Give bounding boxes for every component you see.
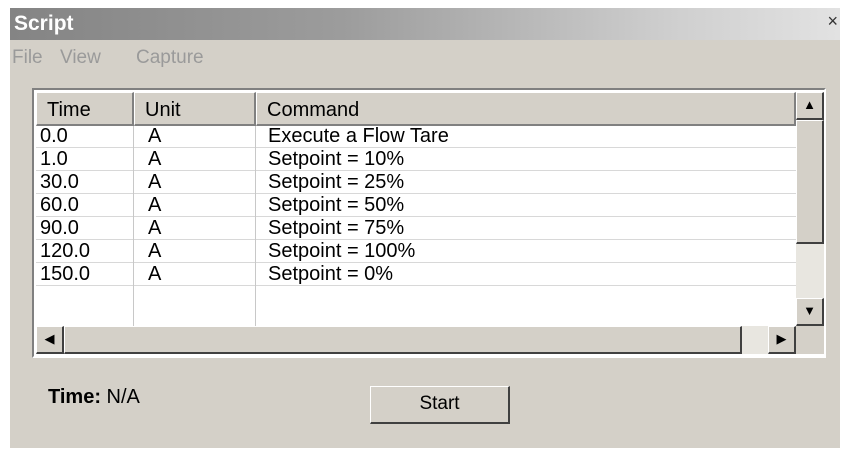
column-header-time[interactable]: Time	[36, 92, 134, 126]
cell-unit: A	[148, 194, 162, 216]
time-value: N/A	[106, 386, 140, 408]
cell-unit: A	[148, 263, 162, 285]
cell-time: 60.0	[40, 194, 79, 216]
title-bar[interactable]: Script ×	[10, 8, 840, 40]
cell-time: 90.0	[40, 217, 79, 239]
cell-command: Execute a Flow Tare	[268, 126, 449, 147]
time-status: Time: N/A	[48, 386, 140, 409]
time-label: Time:	[48, 386, 101, 408]
cell-unit: A	[148, 126, 162, 147]
cell-time: 150.0	[40, 263, 91, 285]
cell-unit: A	[148, 171, 162, 193]
horizontal-scroll-thumb[interactable]	[64, 326, 742, 354]
table-row[interactable]: 90.0 A Setpoint = 75%	[36, 218, 796, 240]
scroll-right-icon[interactable]: ▶	[768, 326, 796, 354]
cell-command: Setpoint = 75%	[268, 217, 405, 239]
cell-unit: A	[148, 148, 162, 170]
cell-time: 1.0	[40, 148, 68, 170]
script-table: Time Unit Command 0.0 A Execute a Flow T…	[32, 88, 826, 358]
menu-file[interactable]: File	[12, 47, 43, 69]
table-body: 0.0 A Execute a Flow Tare 1.0 A Setpoint…	[36, 126, 796, 326]
table-row[interactable]: 1.0 A Setpoint = 10%	[36, 149, 796, 171]
column-header-unit[interactable]: Unit	[134, 92, 256, 126]
cell-unit: A	[148, 240, 162, 262]
cell-command: Setpoint = 25%	[268, 171, 405, 193]
column-header-command[interactable]: Command	[256, 92, 796, 126]
menu-bar: File View Capture	[10, 44, 840, 72]
table-row[interactable]: 150.0 A Setpoint = 0%	[36, 264, 796, 286]
cell-time: 0.0	[40, 126, 68, 147]
scroll-left-icon[interactable]: ◀	[36, 326, 64, 354]
vertical-scroll-thumb[interactable]	[796, 120, 824, 244]
horizontal-scrollbar[interactable]: ◀ ▶	[36, 326, 796, 354]
cell-command: Setpoint = 50%	[268, 194, 405, 216]
script-window: Script × File View Capture Time Unit Com…	[10, 8, 840, 448]
table-row[interactable]: 60.0 A Setpoint = 50%	[36, 195, 796, 217]
table-row[interactable]: 30.0 A Setpoint = 25%	[36, 172, 796, 194]
cell-time: 30.0	[40, 171, 79, 193]
window-title: Script	[14, 12, 74, 35]
scroll-down-icon[interactable]: ▼	[796, 298, 824, 326]
column-divider	[133, 126, 134, 326]
column-divider	[255, 126, 256, 326]
start-button[interactable]: Start	[370, 386, 510, 424]
cell-unit: A	[148, 217, 162, 239]
cell-command: Setpoint = 10%	[268, 148, 405, 170]
table-row[interactable]: 0.0 A Execute a Flow Tare	[36, 126, 796, 148]
vertical-scrollbar[interactable]: ▲ ▼	[796, 92, 824, 326]
scrollbar-corner	[796, 326, 824, 354]
table-header: Time Unit Command	[36, 92, 796, 126]
menu-view[interactable]: View	[60, 47, 101, 69]
close-icon[interactable]: ×	[827, 11, 838, 32]
cell-time: 120.0	[40, 240, 91, 262]
scroll-up-icon[interactable]: ▲	[796, 92, 824, 120]
menu-capture[interactable]: Capture	[136, 47, 204, 69]
cell-command: Setpoint = 100%	[268, 240, 416, 262]
table-row[interactable]: 120.0 A Setpoint = 100%	[36, 241, 796, 263]
cell-command: Setpoint = 0%	[268, 263, 394, 285]
